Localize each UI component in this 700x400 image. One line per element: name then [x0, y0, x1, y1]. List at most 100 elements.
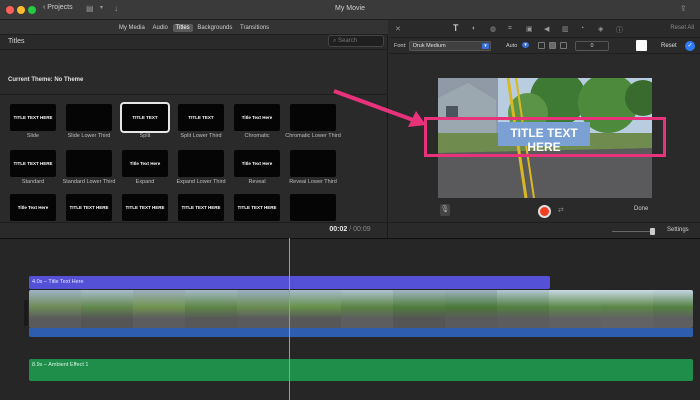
tile-preview-text: TITLE TEXT HERE: [237, 205, 277, 210]
divider: [0, 49, 388, 50]
adjustment-toolbar: ✕ T ◐ ◍ ⌗ ▣ ◀ ▥ ◔ ◈ ⓘ Reset All: [389, 20, 700, 38]
share-icon[interactable]: ⇪: [680, 4, 687, 13]
tile-label: Slide Lower Third: [67, 133, 111, 139]
tile-preview-text: TITLE TEXT: [188, 115, 214, 120]
app-title: My Movie: [335, 5, 365, 12]
title-tile[interactable]: [66, 150, 112, 177]
title-tile[interactable]: TITLE TEXT HERE: [234, 194, 280, 221]
video-frame: [549, 290, 601, 328]
close-adjustments-icon[interactable]: ✕: [395, 25, 401, 33]
tile-label: Chromatic: [244, 133, 270, 139]
tile-label: Reveal Lower Third: [289, 179, 337, 185]
title-tile[interactable]: TITLE TEXT HERE: [178, 194, 224, 221]
video-frame: [81, 290, 133, 328]
time-separator: /: [349, 226, 352, 233]
video-frame: [393, 290, 445, 328]
align-center-icon[interactable]: [549, 42, 556, 49]
text-style-icon[interactable]: T: [453, 23, 459, 33]
total-time: 00:09: [353, 226, 371, 233]
tab-titles[interactable]: Titles: [172, 24, 193, 32]
title-tile[interactable]: Title Text Here: [10, 194, 56, 221]
video-frame: [653, 290, 693, 328]
title-tile[interactable]: [290, 104, 336, 131]
tile-preview-text: TITLE TEXT HERE: [69, 205, 109, 210]
tab-backgrounds[interactable]: Backgrounds: [194, 24, 235, 32]
crop-icon[interactable]: ⌗: [508, 25, 512, 33]
tile-label: Standard Lower Third: [62, 179, 116, 185]
search-placeholder: Search: [338, 38, 358, 44]
video-frame: [289, 290, 341, 328]
tile-preview-text: Title Text Here: [129, 161, 161, 166]
align-left-icon[interactable]: [538, 42, 545, 49]
current-theme-label: Current Theme: No Theme: [8, 77, 84, 83]
title-tile[interactable]: Title Text Here: [234, 150, 280, 177]
color-correction-icon[interactable]: ◍: [490, 25, 496, 33]
video-frame: [601, 290, 653, 328]
title-tile[interactable]: Title Text Here: [234, 104, 280, 131]
settings-button[interactable]: Settings: [667, 227, 689, 233]
zoom-slider-handle[interactable]: [650, 228, 655, 235]
font-select[interactable]: Druk Medium ▾: [409, 41, 491, 51]
video-frame: [133, 290, 185, 328]
reset-button[interactable]: Reset: [661, 43, 677, 49]
tile-preview-text: TITLE TEXT HERE: [13, 161, 53, 166]
record-button[interactable]: [538, 205, 551, 218]
title-tile[interactable]: [178, 150, 224, 177]
playhead[interactable]: [289, 238, 290, 400]
title-tile[interactable]: TITLE TEXT: [178, 104, 224, 131]
video-clip[interactable]: [29, 290, 693, 328]
tile-label: Expand Lower Third: [176, 179, 226, 185]
video-audio-strip[interactable]: [29, 328, 693, 337]
tab-my-media[interactable]: My Media: [116, 24, 148, 32]
text-color-swatch[interactable]: [636, 40, 647, 51]
tab-transitions[interactable]: Transitions: [237, 24, 272, 32]
title-tile[interactable]: [290, 150, 336, 177]
clip-filter-icon[interactable]: ◈: [598, 25, 603, 33]
tile-label: Reveal: [248, 179, 266, 185]
title-tile[interactable]: Title Text Here: [122, 150, 168, 177]
audio-clip[interactable]: 8.9s – Ambient Effect 1: [29, 359, 693, 381]
track-handle[interactable]: [24, 300, 28, 326]
done-button[interactable]: Done: [634, 206, 648, 212]
font-size-field[interactable]: 0: [575, 41, 609, 51]
tile-preview-text: Title Text Here: [241, 161, 273, 166]
timecode: 00:02 / 00:09: [0, 226, 700, 233]
reset-all-button[interactable]: Reset All: [670, 25, 694, 31]
pointer-arrow: [333, 89, 426, 127]
tile-label: Split Lower Third: [180, 133, 222, 139]
tile-label: Standard: [21, 179, 45, 185]
tile-label: Expand: [135, 179, 155, 185]
title-tile[interactable]: TITLE TEXT HERE: [10, 150, 56, 177]
title-tile[interactable]: TITLE TEXT: [120, 102, 170, 133]
title-tile[interactable]: [290, 194, 336, 221]
speed-icon[interactable]: ◔: [580, 25, 584, 32]
noise-reduction-icon[interactable]: ▥: [562, 25, 569, 33]
current-time: 00:02: [329, 226, 348, 233]
chevron-down-icon[interactable]: ▾: [522, 42, 529, 48]
checkmark-icon[interactable]: ✓: [685, 41, 695, 51]
chevron-down-icon: ▾: [482, 43, 489, 49]
align-right-icon[interactable]: [560, 42, 567, 49]
tab-audio[interactable]: Audio: [150, 24, 171, 32]
browser-tabs: My Media Audio Titles Backgrounds Transi…: [0, 20, 388, 35]
audio-fade-icon[interactable]: ⇄: [558, 206, 564, 214]
font-value: Druk Medium: [413, 43, 446, 49]
microphone-icon[interactable]: 🎙: [440, 204, 450, 216]
title-tile[interactable]: TITLE TEXT HERE: [10, 104, 56, 131]
tile-label: Chromatic Lower Third: [285, 133, 341, 139]
title-tile[interactable]: [66, 104, 112, 131]
font-bar: Font: Druk Medium ▾ Auto ▾ 0 Reset ✓: [389, 38, 700, 54]
title-highlight-box: [424, 117, 666, 157]
window-titlebar: ‹ Projects ▤ ▾ ↓ My Movie ⇪: [0, 0, 700, 20]
title-tile[interactable]: TITLE TEXT HERE: [66, 194, 112, 221]
font-size-auto[interactable]: Auto: [506, 43, 517, 49]
color-balance-icon[interactable]: ◐: [472, 25, 476, 32]
video-frame: [185, 290, 237, 328]
search-input[interactable]: ⌕ Search: [328, 35, 384, 47]
title-tile[interactable]: TITLE TEXT HERE: [122, 194, 168, 221]
video-frame: [445, 290, 497, 328]
search-icon: ⌕: [333, 38, 337, 44]
stabilization-icon[interactable]: ▣: [526, 25, 533, 33]
info-icon[interactable]: ⓘ: [616, 25, 623, 35]
volume-icon[interactable]: ◀: [544, 25, 549, 33]
